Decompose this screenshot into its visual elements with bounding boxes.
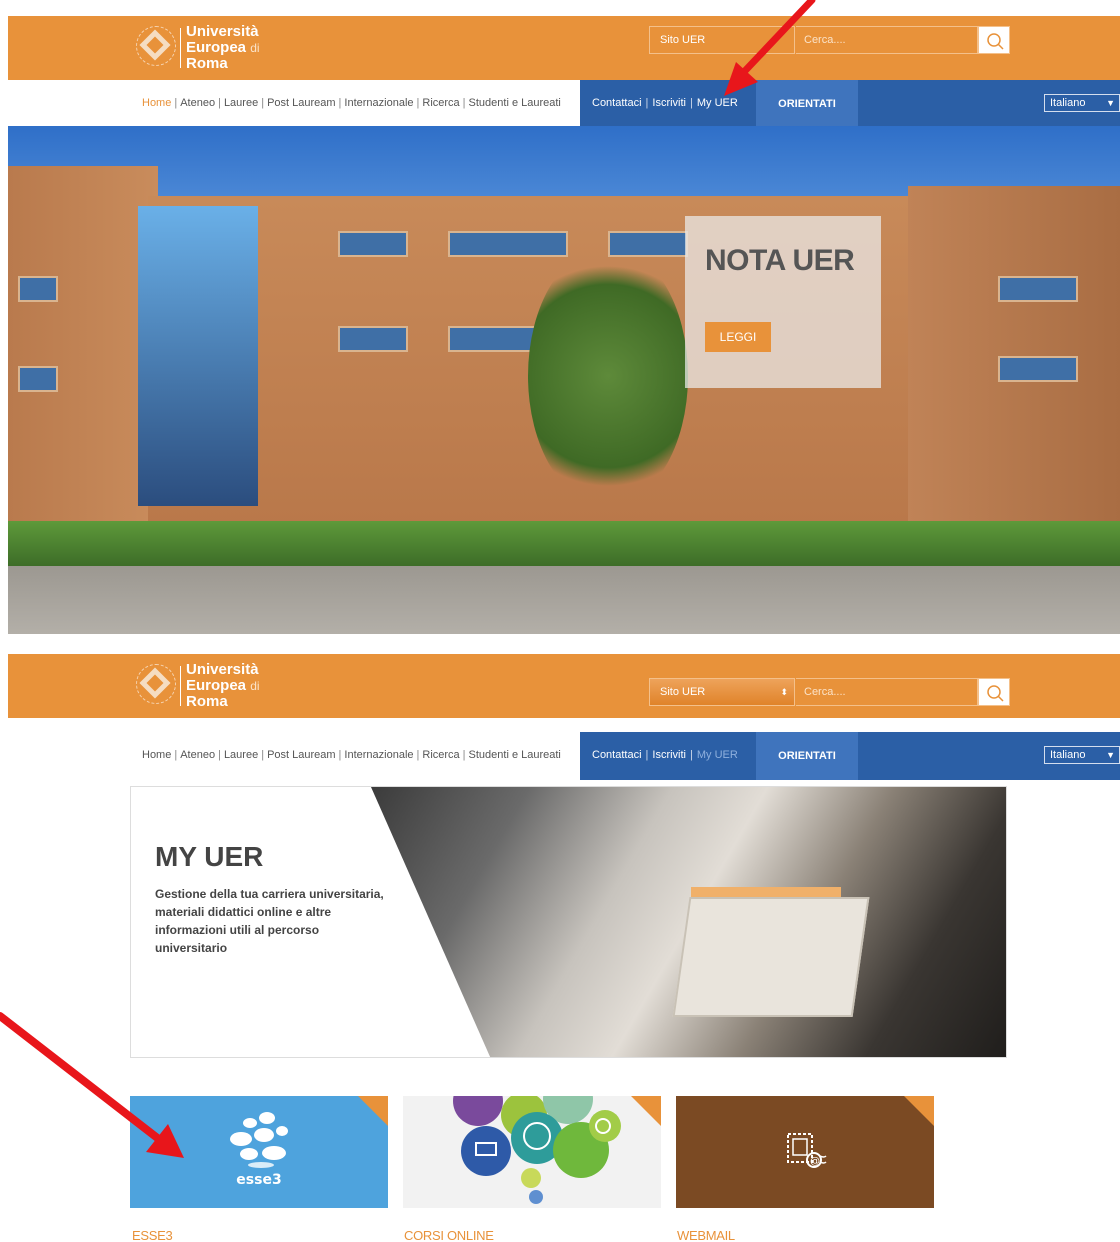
secondary-nav: Contattaci | Iscriviti | My UER ORIENTATI It… bbox=[580, 80, 1120, 128]
nav-home[interactable]: Home bbox=[142, 97, 171, 109]
nav-home[interactable]: Home bbox=[142, 749, 171, 761]
search-icon bbox=[987, 685, 1004, 702]
my-uer-title: MY UER bbox=[155, 841, 264, 872]
uer-logo[interactable]: Università Europea di Roma bbox=[136, 660, 276, 712]
search-button[interactable] bbox=[978, 26, 1010, 54]
uer-emblem-icon bbox=[136, 26, 176, 66]
orientati-button[interactable]: ORIENTATI bbox=[756, 732, 858, 780]
dropdown-triangle-icon: ▼ bbox=[1106, 98, 1115, 108]
logo-line-2: Europea bbox=[186, 677, 247, 694]
header-bar: Università Europea di Roma Sito UER ⬍ Cer… bbox=[8, 654, 1120, 718]
esse3-logo-text: esse3 bbox=[236, 1172, 282, 1188]
logo-line-3: Roma bbox=[186, 693, 228, 710]
select-arrows-icon: ⬍ bbox=[780, 687, 788, 697]
tile-webmail[interactable]: @ bbox=[676, 1096, 934, 1208]
nav-studenti-laureati[interactable]: Studenti e Laureati bbox=[469, 97, 561, 109]
nav-lauree[interactable]: Lauree bbox=[224, 97, 258, 109]
secondary-nav: Contattaci | Iscriviti | My UER ORIENTATI It… bbox=[580, 732, 1120, 780]
logo-line-2: Europea bbox=[186, 39, 247, 56]
nav-my-uer[interactable]: My UER bbox=[697, 749, 738, 761]
nav-post-lauream[interactable]: Post Lauream bbox=[267, 97, 335, 109]
search-input[interactable]: Cerca.... bbox=[796, 678, 978, 706]
logo-line-1: Università bbox=[186, 23, 259, 40]
screenshot-my-uer: Università Europea di Roma Sito UER ⬍ Cer… bbox=[0, 650, 1120, 1242]
nav-contattaci[interactable]: Contattaci bbox=[592, 97, 642, 109]
logo-line-2-small: di bbox=[250, 679, 260, 693]
search-icon bbox=[987, 33, 1004, 50]
nav-ricerca[interactable]: Ricerca bbox=[422, 749, 459, 761]
mail-stamp-icon: @ bbox=[787, 1133, 827, 1168]
nav-row: Home | Ateneo | Lauree | Post Lauream | Internaz… bbox=[8, 732, 1120, 780]
nav-lauree[interactable]: Lauree bbox=[224, 749, 258, 761]
language-select[interactable]: Italiano ▼ bbox=[1044, 94, 1120, 112]
atom-icon bbox=[595, 1118, 611, 1134]
nav-post-lauream[interactable]: Post Lauream bbox=[267, 749, 335, 761]
globe-icon bbox=[523, 1122, 551, 1150]
nav-internazionale[interactable]: Internazionale bbox=[344, 97, 413, 109]
search-button[interactable] bbox=[978, 678, 1010, 706]
logo-line-3: Roma bbox=[186, 55, 228, 72]
logo-line-2-small: di bbox=[250, 41, 260, 55]
search-input[interactable]: Cerca.... bbox=[796, 26, 978, 54]
site-select[interactable]: Sito UER bbox=[649, 26, 795, 54]
tile-corner bbox=[631, 1096, 661, 1126]
laptop-icon bbox=[475, 1142, 497, 1156]
main-nav: Home | Ateneo | Lauree | Post Lauream | Internaz… bbox=[142, 97, 561, 109]
nav-ricerca[interactable]: Ricerca bbox=[422, 97, 459, 109]
tile-corsi-online[interactable] bbox=[403, 1096, 661, 1208]
orientati-button[interactable]: ORIENTATI bbox=[756, 80, 858, 128]
leggi-button[interactable]: LEGGI bbox=[705, 322, 771, 352]
uer-emblem-icon bbox=[136, 664, 176, 704]
nav-ateneo[interactable]: Ateneo bbox=[180, 749, 215, 761]
svg-text:@: @ bbox=[810, 1156, 820, 1167]
uer-logo[interactable]: Università Europea di Roma bbox=[136, 22, 276, 74]
nav-row: Home | Ateneo | Lauree | Post Lauream | Internaz… bbox=[8, 80, 1120, 128]
my-uer-banner: MY UER Gestione della tua carriera unive… bbox=[130, 786, 1007, 1058]
nav-studenti-laureati[interactable]: Studenti e Laureati bbox=[469, 749, 561, 761]
nav-my-uer[interactable]: My UER bbox=[697, 97, 738, 109]
esse3-logo-icon: esse3 bbox=[130, 1096, 388, 1208]
nav-contattaci[interactable]: Contattaci bbox=[592, 749, 642, 761]
tile-esse3[interactable]: esse3 bbox=[130, 1096, 388, 1208]
tile-corsi-online-label[interactable]: CORSI ONLINE bbox=[404, 1228, 494, 1242]
screenshot-home: Università Europea di Roma Sito UER Cerc… bbox=[0, 0, 1120, 636]
tile-webmail-label[interactable]: WEBMAIL bbox=[677, 1228, 735, 1242]
site-select[interactable]: Sito UER ⬍ bbox=[649, 678, 795, 706]
nota-uer-title: NOTA UER bbox=[705, 244, 855, 277]
nav-internazionale[interactable]: Internazionale bbox=[344, 749, 413, 761]
header-bar: Università Europea di Roma Sito UER Cerc… bbox=[8, 16, 1120, 80]
nav-ateneo[interactable]: Ateneo bbox=[180, 97, 215, 109]
hero-banner bbox=[8, 126, 1120, 634]
main-nav: Home | Ateneo | Lauree | Post Lauream | Internaz… bbox=[142, 749, 561, 761]
dropdown-triangle-icon: ▼ bbox=[1106, 750, 1115, 760]
logo-line-1: Università bbox=[186, 661, 259, 678]
tile-corner bbox=[358, 1096, 388, 1126]
language-select[interactable]: Italiano ▼ bbox=[1044, 746, 1120, 764]
nav-iscriviti[interactable]: Iscriviti bbox=[652, 749, 686, 761]
nota-uer-panel: NOTA UER LEGGI bbox=[685, 216, 881, 388]
my-uer-description: Gestione della tua carriera universitari… bbox=[155, 887, 384, 955]
tile-corner bbox=[904, 1096, 934, 1126]
tile-esse3-label[interactable]: ESSE3 bbox=[132, 1228, 173, 1242]
nav-iscriviti[interactable]: Iscriviti bbox=[652, 97, 686, 109]
